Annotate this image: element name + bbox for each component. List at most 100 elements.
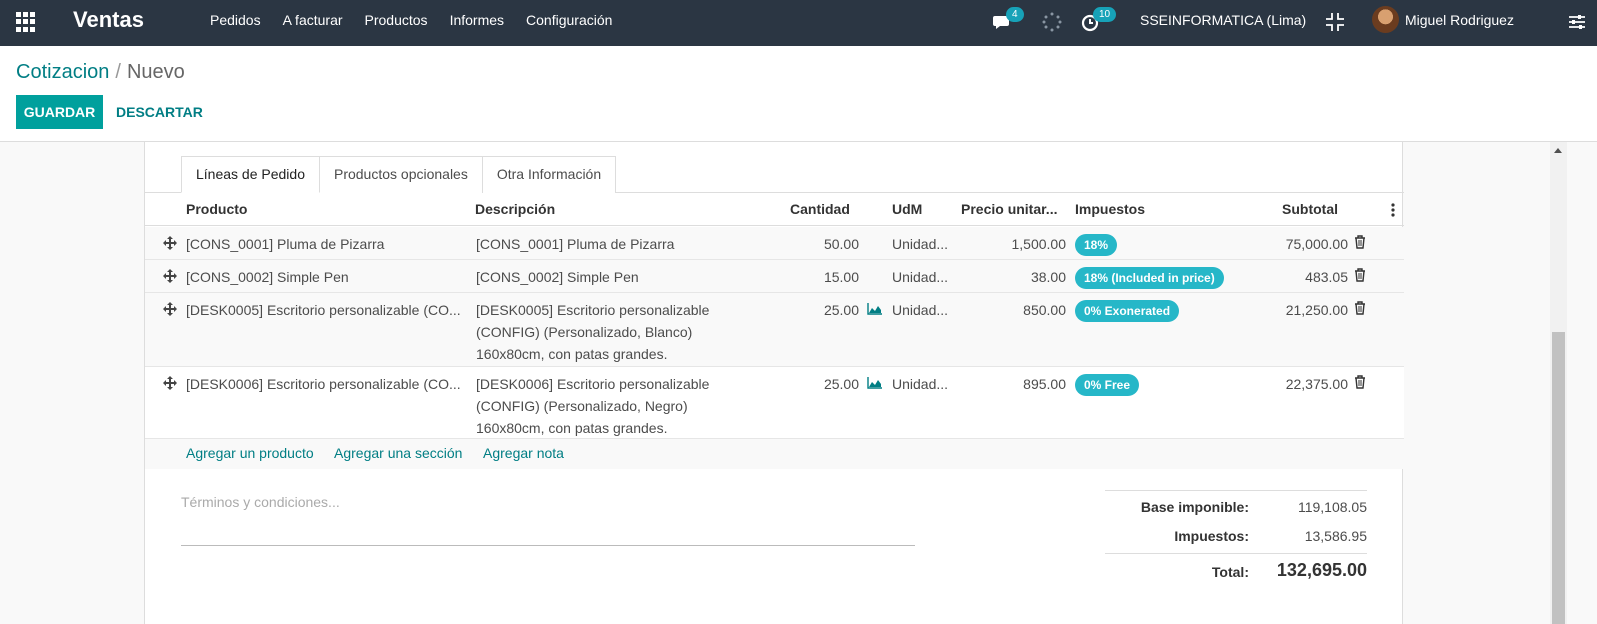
compress-icon[interactable] <box>1324 11 1346 33</box>
add-section-link[interactable]: Agregar una sección <box>334 445 462 461</box>
description-line: 160x80cm, con patas grandes. <box>476 420 668 436</box>
column-header-uom[interactable]: UdM <box>892 201 922 217</box>
column-header-quantity[interactable]: Cantidad <box>790 201 850 217</box>
tab-optional-products[interactable]: Productos opcionales <box>319 156 483 193</box>
base-amount-value: 119,108.05 <box>1297 499 1367 515</box>
row-quantity[interactable]: 25.00 <box>824 299 859 321</box>
optional-columns-icon[interactable] <box>1391 203 1395 217</box>
menu-item-configuracion[interactable]: Configuración <box>526 12 612 28</box>
app-brand[interactable]: Ventas <box>73 7 144 33</box>
row-description[interactable]: [DESK0005] Escritorio personalizable (CO… <box>476 299 766 365</box>
area-chart-icon[interactable] <box>867 376 883 389</box>
tax-badge[interactable]: 18% <box>1075 234 1118 256</box>
trash-icon[interactable] <box>1354 375 1366 389</box>
tax-amount-label: Impuestos: <box>1174 528 1249 544</box>
activities-count-badge: 10 <box>1093 7 1117 22</box>
row-price[interactable]: 1,500.00 <box>1012 233 1067 255</box>
tax-badge[interactable]: 18% (Included in price) <box>1075 267 1224 289</box>
loading-spinner-icon <box>1042 12 1062 32</box>
base-amount-label: Base imponible: <box>1140 499 1249 515</box>
row-product[interactable]: [DESK0005] Escritorio personalizable (CO… <box>186 299 461 321</box>
description-line: 160x80cm, con patas grandes. <box>476 346 668 362</box>
row-price[interactable]: 38.00 <box>1031 266 1066 288</box>
tax-badge[interactable]: 0% Exonerated <box>1075 300 1180 322</box>
column-header-product[interactable]: Producto <box>186 201 247 217</box>
row-subtotal: 22,375.00 <box>1285 376 1348 392</box>
tab-other-info[interactable]: Otra Información <box>482 156 617 193</box>
drag-handle-icon[interactable] <box>163 376 177 390</box>
messages-count-badge: 4 <box>1006 7 1024 22</box>
scroll-up-arrow-icon[interactable] <box>1554 148 1562 153</box>
row-uom[interactable]: Unidad... <box>892 373 948 395</box>
save-button[interactable]: GUARDAR <box>16 95 103 129</box>
area-chart-icon[interactable] <box>867 302 883 315</box>
row-uom[interactable]: Unidad... <box>892 299 948 321</box>
row-subtotal: 75,000.00 <box>1285 236 1348 252</box>
table-row[interactable]: [CONS_0001] Pluma de Pizarra [CONS_0001]… <box>145 227 1404 260</box>
row-subtotal: 21,250.00 <box>1285 302 1348 318</box>
column-header-taxes[interactable]: Impuestos <box>1075 201 1145 217</box>
menu-item-productos[interactable]: Productos <box>365 12 428 28</box>
notebook-tabs: Líneas de Pedido Productos opcionales Ot… <box>181 156 617 193</box>
tab-order-lines[interactable]: Líneas de Pedido <box>181 156 320 193</box>
main-menu: Pedidos A facturar Productos Informes Co… <box>210 12 634 28</box>
table-header: Producto Descripción Cantidad UdM Precio… <box>145 193 1404 226</box>
row-product[interactable]: [CONS_0001] Pluma de Pizarra <box>186 233 384 255</box>
row-product[interactable]: [DESK0006] Escritorio personalizable (CO… <box>186 373 461 395</box>
table-row[interactable]: [DESK0005] Escritorio personalizable (CO… <box>145 293 1404 367</box>
total-label: Total: <box>1211 564 1249 580</box>
row-quantity[interactable]: 15.00 <box>824 266 859 288</box>
menu-item-a-facturar[interactable]: A facturar <box>283 12 343 28</box>
description-line: (CONFIG) (Personalizado, Blanco) <box>476 324 693 340</box>
trash-icon[interactable] <box>1354 268 1366 282</box>
trash-icon[interactable] <box>1354 301 1366 315</box>
description-line: (CONFIG) (Personalizado, Negro) <box>476 398 688 414</box>
breadcrumb-current: Nuevo <box>126 61 185 83</box>
menu-item-informes[interactable]: Informes <box>450 12 504 28</box>
table-row[interactable]: [DESK0006] Escritorio personalizable (CO… <box>145 367 1404 439</box>
row-product[interactable]: [CONS_0002] Simple Pen <box>186 266 349 288</box>
form-sheet: Líneas de Pedido Productos opcionales Ot… <box>144 142 1404 624</box>
row-quantity[interactable]: 50.00 <box>824 233 859 255</box>
row-subtotal: 483.05 <box>1305 269 1348 285</box>
menu-item-pedidos[interactable]: Pedidos <box>210 12 261 28</box>
description-line: [DESK0005] Escritorio personalizable <box>476 302 710 318</box>
row-description[interactable]: [CONS_0002] Simple Pen <box>476 266 766 288</box>
column-header-price[interactable]: Precio unitar... <box>961 201 1057 217</box>
tax-badge[interactable]: 0% Free <box>1075 374 1140 396</box>
row-uom[interactable]: Unidad... <box>892 233 948 255</box>
drag-handle-icon[interactable] <box>163 302 177 316</box>
column-header-subtotal[interactable]: Subtotal <box>1282 201 1338 217</box>
scrollbar-thumb[interactable] <box>1552 332 1565 624</box>
description-line: [DESK0006] Escritorio personalizable <box>476 376 710 392</box>
user-avatar[interactable] <box>1372 6 1399 33</box>
drag-handle-icon[interactable] <box>163 236 177 250</box>
row-price[interactable]: 895.00 <box>1023 373 1066 395</box>
vertical-scrollbar[interactable] <box>1550 142 1567 624</box>
total-value: 132,695.00 <box>1276 560 1367 580</box>
company-switcher[interactable]: SSEINFORMATICA (Lima) <box>1140 12 1306 28</box>
row-description[interactable]: [DESK0006] Escritorio personalizable (CO… <box>476 373 766 439</box>
row-quantity[interactable]: 25.00 <box>824 373 859 395</box>
user-menu[interactable]: Miguel Rodriguez <box>1405 12 1514 28</box>
column-header-description[interactable]: Descripción <box>475 201 555 217</box>
settings-sliders-icon[interactable] <box>1566 11 1588 33</box>
add-note-link[interactable]: Agregar nota <box>483 445 564 461</box>
breadcrumb-parent[interactable]: Cotizacion <box>16 61 109 83</box>
row-uom[interactable]: Unidad... <box>892 266 948 288</box>
terms-conditions-field[interactable]: Términos y condiciones... <box>181 494 915 546</box>
trash-icon[interactable] <box>1354 235 1366 249</box>
drag-handle-icon[interactable] <box>163 269 177 283</box>
apps-menu-icon[interactable] <box>16 12 36 32</box>
row-description[interactable]: [CONS_0001] Pluma de Pizarra <box>476 233 766 255</box>
discard-button[interactable]: DESCARTAR <box>116 95 203 129</box>
table-row[interactable]: [CONS_0002] Simple Pen [CONS_0002] Simpl… <box>145 260 1404 293</box>
tax-amount-value: 13,586.95 <box>1304 528 1367 544</box>
add-product-link[interactable]: Agregar un producto <box>186 445 314 461</box>
control-panel: Cotizacion / Nuevo GUARDAR DESCARTAR <box>0 46 1597 142</box>
breadcrumb-separator: / <box>115 61 121 83</box>
add-line-links: Agregar un producto Agregar una sección … <box>145 439 1404 469</box>
breadcrumb: Cotizacion / Nuevo <box>16 61 185 84</box>
row-price[interactable]: 850.00 <box>1023 299 1066 321</box>
totals-summary: Base imponible: 119,108.05 Impuestos: 13… <box>1105 490 1367 589</box>
